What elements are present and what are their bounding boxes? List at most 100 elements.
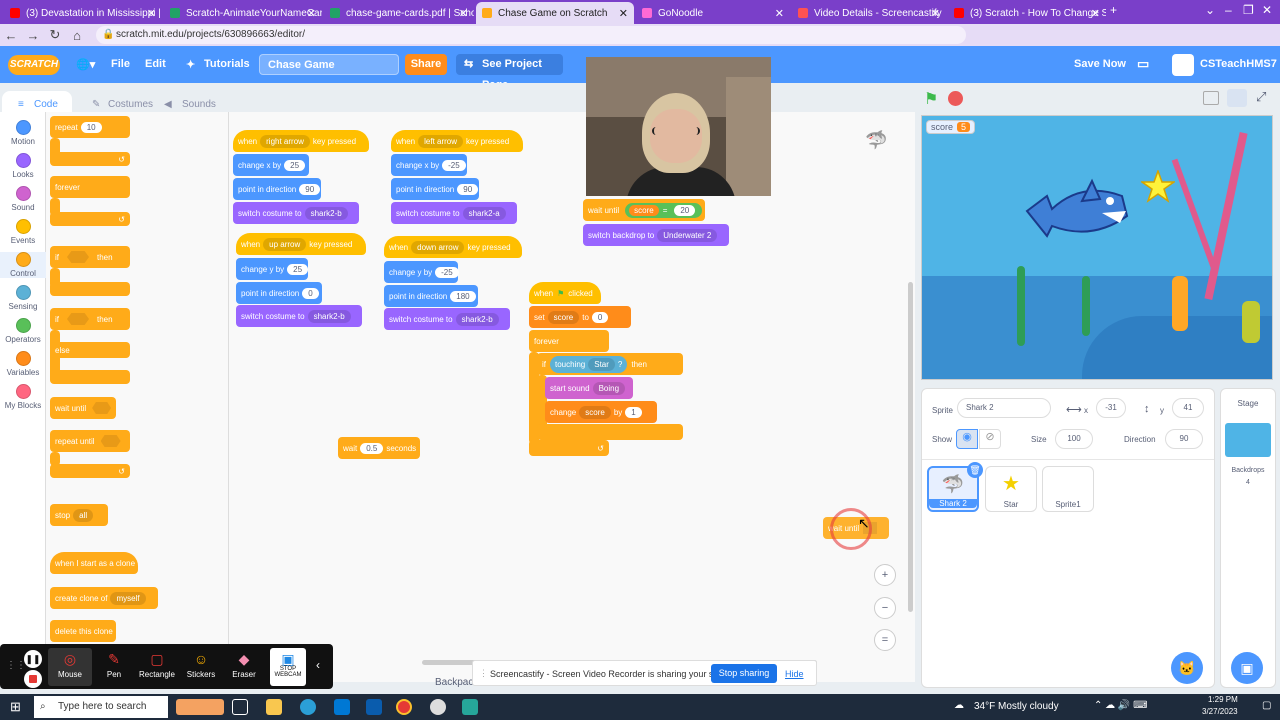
palette-delete-clone-block[interactable]: delete this clone [50,620,116,642]
palette-if-else-block[interactable]: if then [50,308,130,330]
app-icon[interactable] [430,699,446,715]
tool-mouse[interactable]: ◎ Mouse [48,648,92,686]
hide-icon[interactable]: ⊘ [979,429,1001,449]
category-looks[interactable]: Looks [0,153,46,179]
workspace-scrollbar[interactable] [908,282,913,612]
palette-repeat-until-block[interactable]: repeat until [50,430,130,452]
edge-icon[interactable] [300,699,316,715]
category-operators[interactable]: Operators [0,318,46,344]
fullscreen-icon[interactable]: ⤢ [1256,89,1266,105]
point-direction-block[interactable]: point in direction 0 [236,282,322,304]
palette-create-clone-block[interactable]: create clone of myself [50,587,158,609]
save-now-button[interactable]: Save Now [1074,58,1126,70]
if-then-block[interactable]: if touching Star? then [537,353,683,375]
close-icon[interactable]: ✕ [307,7,316,20]
stop-sharing-button[interactable]: Stop sharing [711,664,777,683]
share-button[interactable]: Share [405,54,447,75]
change-y-block[interactable]: change y by -25 [384,261,459,283]
close-icon[interactable]: ✕ [1091,7,1100,20]
scratch-logo[interactable]: SCRATCH [8,55,60,75]
small-stage-icon[interactable] [1203,91,1219,105]
x-input[interactable]: -31 [1096,398,1126,418]
close-icon[interactable]: ✕ [147,7,156,20]
palette-stop-block[interactable]: stop all [50,504,108,526]
pause-icon[interactable]: ❚❚ [24,650,42,668]
point-direction-block[interactable]: point in direction 180 [384,285,478,307]
notification-icon[interactable]: ▢ [1262,700,1271,711]
category-events[interactable]: Events [0,219,46,245]
taskbar-search[interactable]: ⌕ Type here to search [34,696,168,718]
edit-menu[interactable]: Edit [145,58,166,70]
palette-if-block[interactable]: if then [50,246,130,268]
widget-icon[interactable] [176,699,224,715]
normal-stage-icon[interactable] [1227,89,1247,107]
close-icon[interactable]: ✕ [931,7,940,20]
sprite-thumb-shark[interactable]: 🦈 Shark 2 🗑 [927,462,983,512]
back-icon[interactable]: ← [0,28,22,43]
browser-tab[interactable]: GoNoodle ✕ [636,2,790,24]
tutorials-button[interactable]: Tutorials [204,58,250,70]
point-direction-block[interactable]: point in direction 90 [391,178,479,200]
close-icon[interactable]: ✕ [775,7,784,20]
drag-handle-icon[interactable]: ⋮⋮ [6,660,26,671]
restore-icon[interactable]: ❐ [1243,3,1254,17]
drag-handle-icon[interactable]: ⋮ [479,668,488,679]
stop-icon[interactable] [948,91,963,106]
stage-target-pane[interactable]: Stage Backdrops 4 [1220,388,1276,688]
change-x-block[interactable]: change x by 25 [233,154,309,176]
avatar[interactable] [1172,54,1194,76]
close-icon[interactable]: ✕ [619,7,628,20]
palette-wait-until-block[interactable]: wait until [50,397,116,419]
point-direction-block[interactable]: point in direction 90 [233,178,321,200]
category-my-blocks[interactable]: My Blocks [0,384,46,410]
close-window-icon[interactable]: ✕ [1262,3,1272,17]
change-variable-block[interactable]: change score by 1 [545,401,657,423]
stage-canvas[interactable]: score 5 [921,115,1273,380]
green-flag-icon[interactable]: ⚑ [924,89,938,109]
choose-sprite-icon[interactable]: 🐱 [1171,652,1203,684]
choose-backdrop-icon[interactable]: ▣ [1231,652,1263,684]
url-field[interactable]: 🔒 scratch.mit.edu/projects/630896663/edit… [96,26,966,44]
set-variable-block[interactable]: set score to 0 [529,306,631,328]
forward-icon[interactable]: → [22,28,44,43]
forever-block[interactable]: forever [529,330,609,352]
home-icon[interactable]: ⌂ [66,28,88,43]
backdrop-thumbnail[interactable] [1225,423,1271,457]
zoom-in-icon[interactable]: + [874,564,896,586]
zoom-reset-icon[interactable]: = [874,629,896,651]
y-input[interactable]: 41 [1172,398,1204,418]
windows-start-icon[interactable]: ⊞ [10,699,21,715]
star-sprite[interactable] [1141,170,1175,204]
collapse-toolbar-icon[interactable]: ‹ [316,658,320,672]
start-sound-block[interactable]: start sound Boing [545,377,633,399]
switch-costume-block[interactable]: switch costume to shark2-b [233,202,359,224]
category-sensing[interactable]: Sensing [0,285,46,311]
project-title-input[interactable]: Chase Game [259,54,399,75]
show-visible-icon[interactable]: ◉ [956,429,978,449]
when-key-pressed-block[interactable]: when right arrow key pressed [233,130,369,152]
switch-backdrop-block[interactable]: switch backdrop to Underwater 2 [583,224,729,246]
palette-forever-block[interactable]: forever [50,176,130,198]
size-input[interactable]: 100 [1055,429,1093,449]
zoom-out-icon[interactable]: − [874,597,896,619]
switch-costume-block[interactable]: switch costume to shark2-b [384,308,510,330]
task-view-icon[interactable] [232,699,248,715]
browser-tab[interactable]: (3) Scratch - How To Change Sp ✕ [948,2,1106,24]
category-sound[interactable]: Sound [0,186,46,212]
hide-link[interactable]: Hide [785,669,804,679]
browser-tab[interactable]: Scratch-AnimateYourNameCards ✕ [164,2,322,24]
switch-costume-block[interactable]: switch costume to shark2-a [391,202,517,224]
palette-repeat-block[interactable]: repeat 10 [50,116,130,138]
stop-webcam-button[interactable]: ▣ STOP WEBCAM [270,648,306,686]
palette-when-clone-block[interactable]: when I start as a clone [50,552,138,574]
globe-icon[interactable]: 🌐▾ [76,58,95,71]
switch-costume-block[interactable]: switch costume to shark2-b [236,305,362,327]
tool-eraser[interactable]: ◆ Eraser [222,648,266,686]
stop-recording-icon[interactable] [24,670,42,688]
browser-tab[interactable]: (3) Devastation in Mississippi | N ✕ [4,2,162,24]
sprite-name-input[interactable]: Shark 2 [957,398,1051,418]
minimize-icon[interactable]: – [1225,3,1232,17]
new-tab-icon[interactable]: + [1110,3,1117,17]
file-explorer-icon[interactable] [266,699,282,715]
file-menu[interactable]: File [111,58,130,70]
